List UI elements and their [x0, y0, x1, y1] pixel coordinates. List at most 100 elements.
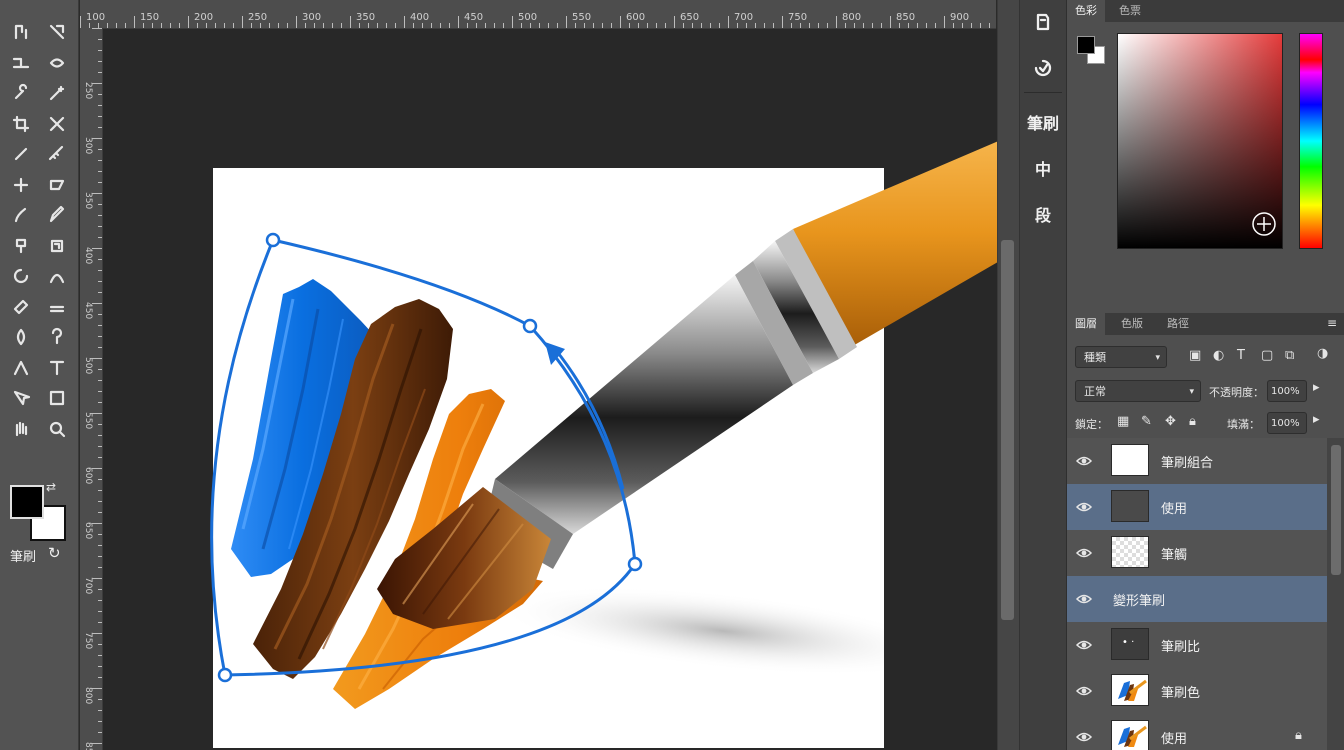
visibility-eye-icon[interactable]	[1075, 636, 1093, 654]
lock-all-icon[interactable]: 🔒︎	[1189, 414, 1196, 429]
ruler-tick-label: 700	[83, 577, 93, 595]
history-dock-icon[interactable]	[1024, 4, 1062, 40]
gradient-tool-icon[interactable]	[44, 295, 70, 319]
layer-row[interactable]: 使用	[1067, 484, 1327, 531]
ruler-tick	[98, 94, 102, 95]
zoom-tool-icon[interactable]	[44, 417, 70, 441]
quick-mask-label[interactable]: 筆刷	[10, 546, 36, 565]
filter-type-icon[interactable]: T	[1237, 348, 1245, 363]
clone-stamp-tool-icon[interactable]	[8, 234, 34, 258]
opacity-slider-icon[interactable]: ▸	[1313, 380, 1320, 395]
layer-row[interactable]: • · 筆刷比	[1067, 622, 1327, 669]
ruler-tick	[92, 468, 102, 469]
brush-tool-icon[interactable]	[8, 203, 34, 227]
swap-colors-icon[interactable]: ⇄	[46, 480, 56, 494]
warp-handle[interactable]	[522, 318, 538, 334]
blur-tool-icon[interactable]	[8, 325, 34, 349]
dodge-tool-icon[interactable]	[44, 325, 70, 349]
eraser-tool-icon[interactable]	[8, 295, 34, 319]
actions-dock-icon[interactable]	[1024, 50, 1062, 86]
layer-row[interactable]: 變形筆刷	[1067, 576, 1327, 623]
ruler-tick	[98, 512, 102, 513]
filter-adjustment-icon[interactable]: ◐	[1213, 348, 1224, 363]
layer-row[interactable]: 使用 🔒︎	[1067, 714, 1327, 750]
ruler-tick	[98, 39, 102, 40]
visibility-eye-icon[interactable]	[1075, 590, 1093, 608]
art-history-brush-icon[interactable]	[44, 264, 70, 288]
shape-tool-icon[interactable]	[44, 386, 70, 410]
paragraph-dock-icon[interactable]: 段	[1024, 196, 1062, 232]
panel-menu-icon[interactable]: ≡	[1327, 316, 1337, 330]
ruler-tick	[98, 655, 102, 656]
lock-position-icon[interactable]: ✥	[1165, 414, 1176, 429]
color-panel-tabs: 色彩 色票	[1067, 0, 1344, 22]
visibility-eye-icon[interactable]	[1075, 682, 1093, 700]
character-dock-icon[interactable]: 中	[1024, 150, 1062, 186]
ruler-tick-label: 600	[83, 467, 93, 485]
opacity-input[interactable]: 100%	[1267, 380, 1307, 402]
layers-scrollbar-thumb[interactable]	[1331, 445, 1341, 575]
tab-swatches[interactable]: 色票	[1111, 0, 1149, 22]
ruler-tick	[503, 23, 504, 28]
toolbar-foreground-color[interactable]	[10, 485, 44, 519]
crop-tool-icon[interactable]	[8, 112, 34, 136]
magic-wand-tool-icon[interactable]	[44, 81, 70, 105]
healing-brush-tool-icon[interactable]	[8, 173, 34, 197]
ruler-tick	[92, 743, 102, 744]
ruler-tick	[92, 28, 102, 29]
lasso-tool-icon[interactable]	[44, 51, 70, 75]
hand-tool-icon[interactable]	[8, 417, 34, 441]
layer-row[interactable]: 筆觸	[1067, 530, 1327, 577]
pen-tool-icon[interactable]	[8, 356, 34, 380]
slice-tool-icon[interactable]	[44, 112, 70, 136]
ruler-tick	[98, 237, 102, 238]
ruler-tick	[314, 23, 315, 28]
quick-select-tool-icon[interactable]	[8, 81, 34, 105]
brush-settings-dock-icon[interactable]: 筆刷	[1024, 104, 1062, 140]
warp-handle[interactable]	[217, 667, 233, 683]
visibility-eye-icon[interactable]	[1075, 498, 1093, 516]
filter-smart-object-icon[interactable]: ⧉	[1285, 348, 1294, 363]
layer-row[interactable]: 筆刷組合	[1067, 438, 1327, 485]
visibility-eye-icon[interactable]	[1075, 544, 1093, 562]
foreground-color-swatch[interactable]	[1077, 36, 1095, 54]
move-tool-icon[interactable]	[8, 20, 34, 44]
filter-shape-icon[interactable]: ▢	[1261, 348, 1273, 363]
marquee-tool-icon[interactable]	[8, 51, 34, 75]
rotate-icon[interactable]: ↻	[48, 544, 61, 562]
scrollbar-thumb[interactable]	[1001, 240, 1014, 620]
layer-filter-dropdown[interactable]: 種類 ▾	[1075, 346, 1167, 368]
hue-slider[interactable]	[1299, 33, 1323, 249]
warp-handle[interactable]	[627, 556, 643, 572]
filter-pixel-icon[interactable]: ▣	[1189, 348, 1201, 363]
warp-handle[interactable]	[265, 232, 281, 248]
artboard-tool-icon[interactable]	[44, 20, 70, 44]
pencil-tool-icon[interactable]	[44, 203, 70, 227]
color-picker-field[interactable]	[1117, 33, 1283, 249]
filter-toggle-icon[interactable]: ◑	[1317, 346, 1328, 361]
ruler-tick	[701, 23, 702, 28]
type-tool-icon[interactable]	[44, 356, 70, 380]
blend-mode-dropdown[interactable]: 正常 ▾	[1075, 380, 1201, 402]
tab-paths[interactable]: 路徑	[1159, 313, 1197, 335]
tab-layers[interactable]: 圖層	[1067, 313, 1105, 335]
fill-slider-icon[interactable]: ▸	[1313, 412, 1320, 427]
tab-color[interactable]: 色彩	[1067, 0, 1105, 22]
patch-tool-icon[interactable]	[44, 173, 70, 197]
ruler-tick	[710, 23, 711, 28]
path-select-tool-icon[interactable]	[8, 386, 34, 410]
lock-pixels-icon[interactable]: ✎	[1141, 414, 1152, 429]
pattern-stamp-tool-icon[interactable]	[44, 234, 70, 258]
history-brush-tool-icon[interactable]	[8, 264, 34, 288]
ruler-tick-label: 800	[83, 687, 93, 705]
layer-row[interactable]: 筆刷色	[1067, 668, 1327, 715]
fill-input[interactable]: 100%	[1267, 412, 1307, 434]
visibility-eye-icon[interactable]	[1075, 728, 1093, 746]
dock-button-label: 中	[1034, 160, 1051, 179]
eyedropper-tool-icon[interactable]	[8, 142, 34, 166]
canvas-workspace[interactable]	[103, 29, 997, 750]
ruler-tool-icon[interactable]	[44, 142, 70, 166]
visibility-eye-icon[interactable]	[1075, 452, 1093, 470]
tab-channels[interactable]: 色版	[1113, 313, 1151, 335]
lock-transparent-icon[interactable]: ▦	[1117, 414, 1129, 429]
